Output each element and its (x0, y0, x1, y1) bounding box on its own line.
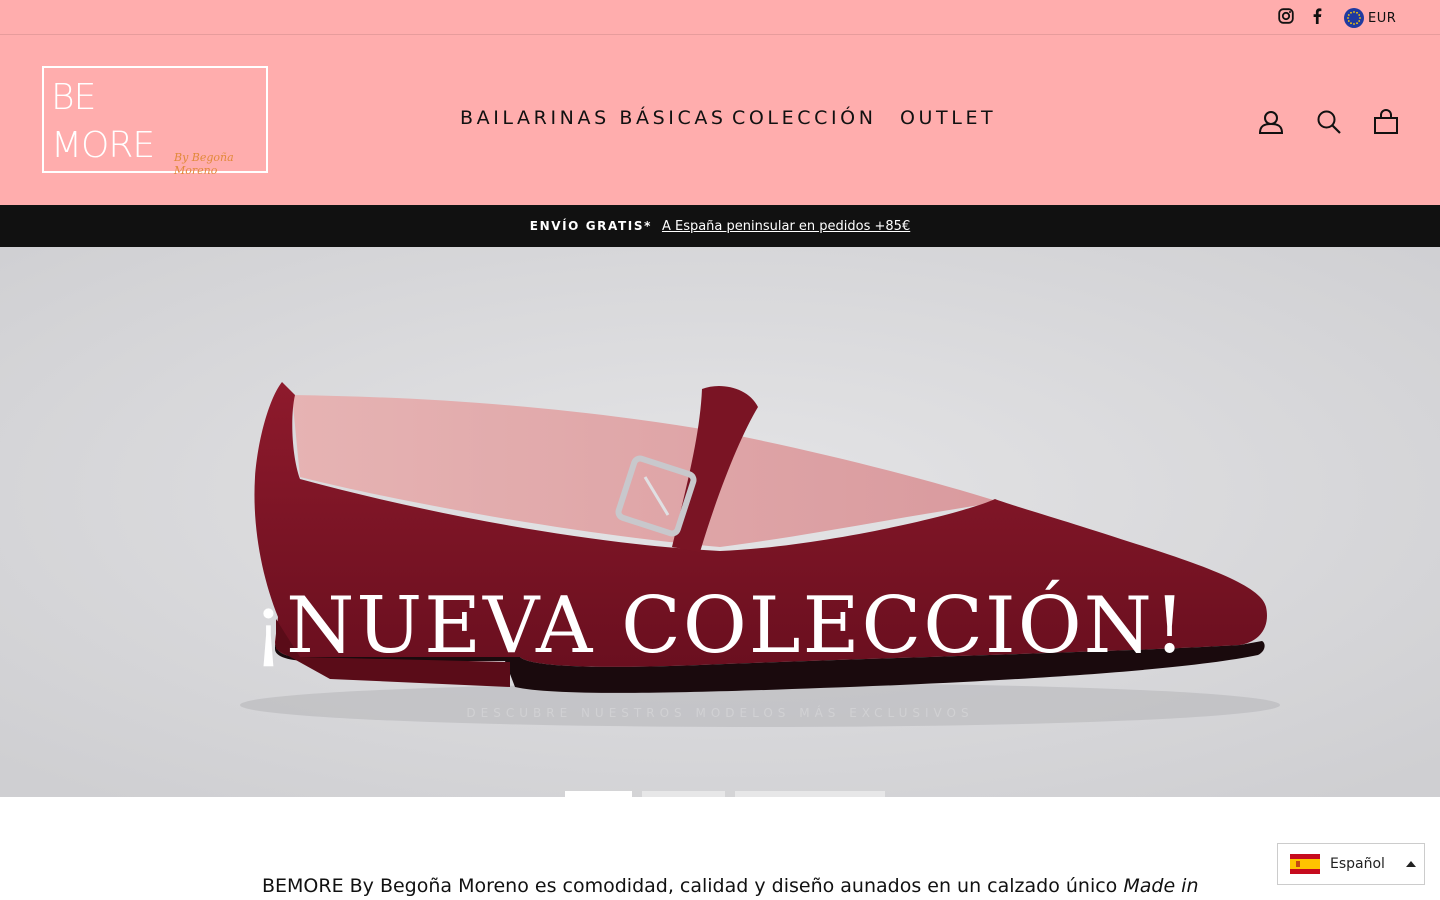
announcement-strong: ENVÍO GRATIS* (529, 219, 652, 233)
announcement-link[interactable]: A España peninsular en pedidos +85€ (662, 219, 910, 234)
hero-subtitle: DESCUBRE NUESTROS MODELOS MÁS EXCLUSIVOS (466, 706, 974, 720)
search-icon[interactable] (1315, 108, 1343, 136)
currency-label: EUR (1368, 10, 1397, 26)
intro-text: BEMORE By Begoña Moreno es comodidad, ca… (262, 875, 1124, 897)
hero-slideshow[interactable]: ¡NUEVA COLECCIÓN! DESCUBRE NUESTROS MODE… (0, 247, 1440, 797)
utility-bar: EUR (0, 0, 1440, 35)
nav-bailarinas-basicas[interactable]: BAILARINAS BÁSICAS (460, 107, 727, 129)
cart-icon[interactable] (1372, 108, 1400, 136)
site-header: BE MORE By Begoña Moreno BAILARINAS BÁSI… (0, 35, 1440, 205)
caret-up-icon (1406, 861, 1416, 867)
user-icon[interactable] (1257, 108, 1285, 136)
intro-emphasis: Made in (1123, 875, 1199, 897)
language-label: Español (1330, 856, 1385, 872)
eu-flag-icon (1344, 8, 1364, 28)
facebook-icon[interactable] (1308, 7, 1326, 25)
slide-dot-1[interactable] (565, 791, 632, 797)
announcement-bar: ENVÍO GRATIS* A España peninsular en ped… (0, 205, 1440, 247)
intro-paragraph: BEMORE By Begoña Moreno es comodidad, ca… (262, 874, 1202, 899)
logo-byline: By Begoña Moreno (174, 151, 234, 177)
logo-line2: MORE (51, 125, 155, 166)
main-nav: BAILARINAS BÁSICAS COLECCIÓN OUTLET (0, 107, 1440, 131)
instagram-icon[interactable] (1277, 7, 1295, 25)
spain-flag-icon (1290, 854, 1320, 874)
slide-dot-2[interactable] (642, 791, 725, 797)
nav-outlet[interactable]: OUTLET (900, 107, 996, 129)
language-selector[interactable]: Español (1277, 843, 1425, 885)
currency-selector[interactable]: EUR (1344, 7, 1396, 29)
hero-title: ¡NUEVA COLECCIÓN! (252, 581, 1188, 671)
nav-coleccion[interactable]: COLECCIÓN (732, 107, 877, 129)
slide-dot-3[interactable] (735, 791, 885, 797)
slideshow-dots (565, 791, 885, 797)
